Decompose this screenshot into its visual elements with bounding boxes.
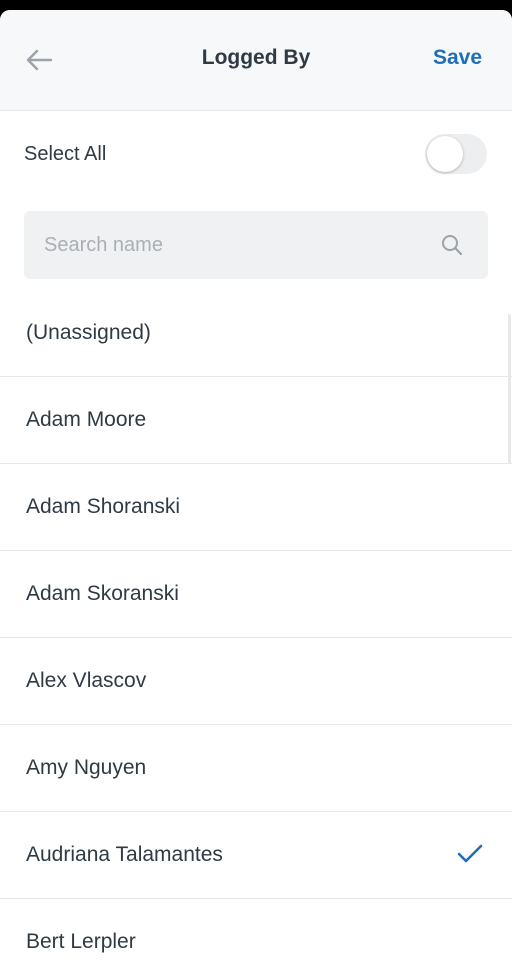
name-list: (Unassigned) Adam Moore Adam Shoranski A… (0, 290, 512, 972)
header-bar: Logged By Save (0, 10, 512, 111)
list-item[interactable]: Alex Vlascov (0, 638, 512, 725)
search-icon[interactable] (440, 233, 464, 257)
list-item[interactable]: Bert Lerpler (0, 899, 512, 972)
filter-sheet: Logged By Save Select All (Unassigned) A… (0, 10, 512, 972)
checkmark-icon (457, 844, 483, 863)
list-item-label: Adam Skoranski (26, 582, 179, 605)
select-all-toggle[interactable] (425, 134, 487, 174)
list-item-label: Bert Lerpler (26, 930, 136, 953)
list-item[interactable]: Adam Skoranski (0, 551, 512, 638)
toggle-knob (427, 136, 463, 172)
list-item[interactable]: Audriana Talamantes (0, 812, 512, 899)
search-box (24, 211, 488, 279)
save-button[interactable]: Save (433, 46, 482, 70)
select-all-row: Select All (0, 110, 512, 200)
list-item-label: Audriana Talamantes (26, 843, 223, 866)
list-item[interactable]: (Unassigned) (0, 290, 512, 377)
list-item-label: Amy Nguyen (26, 756, 147, 779)
list-item[interactable]: Adam Shoranski (0, 464, 512, 551)
list-item[interactable]: Amy Nguyen (0, 725, 512, 812)
list-scrollbar[interactable] (508, 314, 511, 464)
list-item[interactable]: Adam Moore (0, 377, 512, 464)
list-item-label: Adam Shoranski (26, 495, 181, 518)
list-item-label: Alex Vlascov (26, 669, 147, 692)
list-item-label: (Unassigned) (26, 321, 151, 344)
list-item-label: Adam Moore (26, 408, 147, 431)
select-all-label: Select All (24, 143, 107, 165)
search-input[interactable] (44, 211, 434, 279)
